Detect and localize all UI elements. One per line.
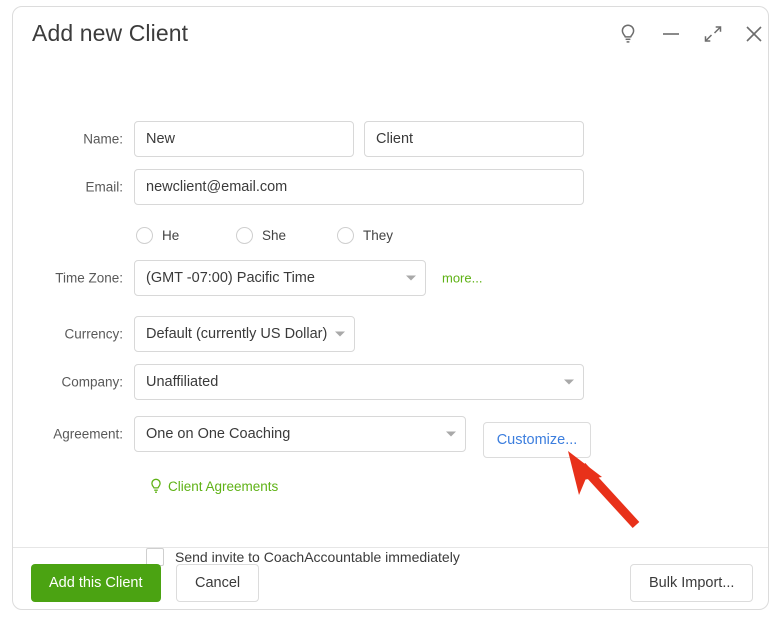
- chevron-down-icon: [564, 379, 574, 385]
- email-label: Email:: [85, 179, 123, 195]
- currency-select[interactable]: Default (currently US Dollar): [134, 316, 355, 352]
- customize-button[interactable]: Customize...: [483, 422, 591, 458]
- cancel-button[interactable]: Cancel: [176, 564, 260, 602]
- radio-he[interactable]: He: [136, 227, 179, 244]
- company-select[interactable]: Unaffiliated: [134, 364, 584, 400]
- restore-icon[interactable]: [698, 19, 728, 49]
- timezone-select[interactable]: (GMT -07:00) Pacific Time: [134, 260, 426, 296]
- dialog-titlebar: Add new Client: [13, 7, 768, 59]
- agreement-label: Agreement:: [53, 426, 123, 442]
- first-name-input[interactable]: New: [134, 121, 354, 157]
- add-this-client-button[interactable]: Add this Client: [31, 564, 161, 602]
- hint-lightbulb-icon[interactable]: [613, 19, 643, 49]
- timezone-label: Time Zone:: [55, 270, 123, 286]
- radio-she-label: She: [262, 228, 287, 243]
- timezone-more-link[interactable]: more...: [442, 271, 482, 286]
- currency-label: Currency:: [64, 326, 123, 342]
- radio-she[interactable]: She: [236, 227, 286, 244]
- form-row-timezone: Time Zone: (GMT -07:00) Pacific Time mor…: [13, 260, 768, 296]
- client-agreements-label: Client Agreements: [168, 479, 279, 494]
- minimize-icon[interactable]: [656, 19, 686, 49]
- form-row-agreement: Agreement: One on One Coaching: [13, 416, 768, 452]
- company-value: Unaffiliated: [146, 374, 219, 390]
- form-row-currency: Currency: Default (currently US Dollar): [13, 316, 768, 352]
- add-new-client-dialog: Add new Client Name: New Client Email: n…: [12, 6, 769, 610]
- radio-she-dot: [236, 227, 253, 244]
- bulk-import-button[interactable]: Bulk Import...: [630, 564, 754, 602]
- radio-they-dot: [337, 227, 354, 244]
- close-icon[interactable]: [739, 19, 769, 49]
- radio-he-label: He: [162, 228, 180, 243]
- last-name-input[interactable]: Client: [364, 121, 584, 157]
- form-row-email: Email: newclient@email.com: [13, 169, 768, 205]
- company-label: Company:: [61, 374, 123, 390]
- chevron-down-icon: [406, 275, 416, 281]
- email-input[interactable]: newclient@email.com: [134, 169, 584, 205]
- annotation-arrow: [568, 451, 640, 529]
- radio-they[interactable]: They: [337, 227, 393, 244]
- timezone-value: (GMT -07:00) Pacific Time: [146, 270, 315, 286]
- form-row-company: Company: Unaffiliated: [13, 364, 768, 400]
- agreement-select[interactable]: One on One Coaching: [134, 416, 466, 452]
- chevron-down-icon: [335, 331, 345, 337]
- radio-he-dot: [136, 227, 153, 244]
- radio-they-label: They: [363, 228, 394, 243]
- client-agreements-link[interactable]: Client Agreements: [149, 478, 278, 495]
- lightbulb-icon: [151, 478, 161, 493]
- footer-divider: [13, 547, 768, 548]
- name-label: Name:: [83, 131, 123, 147]
- agreement-value: One on One Coaching: [146, 426, 291, 442]
- currency-value: Default (currently US Dollar): [146, 326, 328, 342]
- form-row-pronouns: He She They: [13, 227, 768, 257]
- send-invite-label: Send invite to CoachAccountable immediat…: [175, 549, 460, 565]
- dialog-title: Add new Client: [32, 20, 189, 46]
- form-row-name: Name: New Client: [13, 121, 768, 157]
- chevron-down-icon: [446, 431, 456, 437]
